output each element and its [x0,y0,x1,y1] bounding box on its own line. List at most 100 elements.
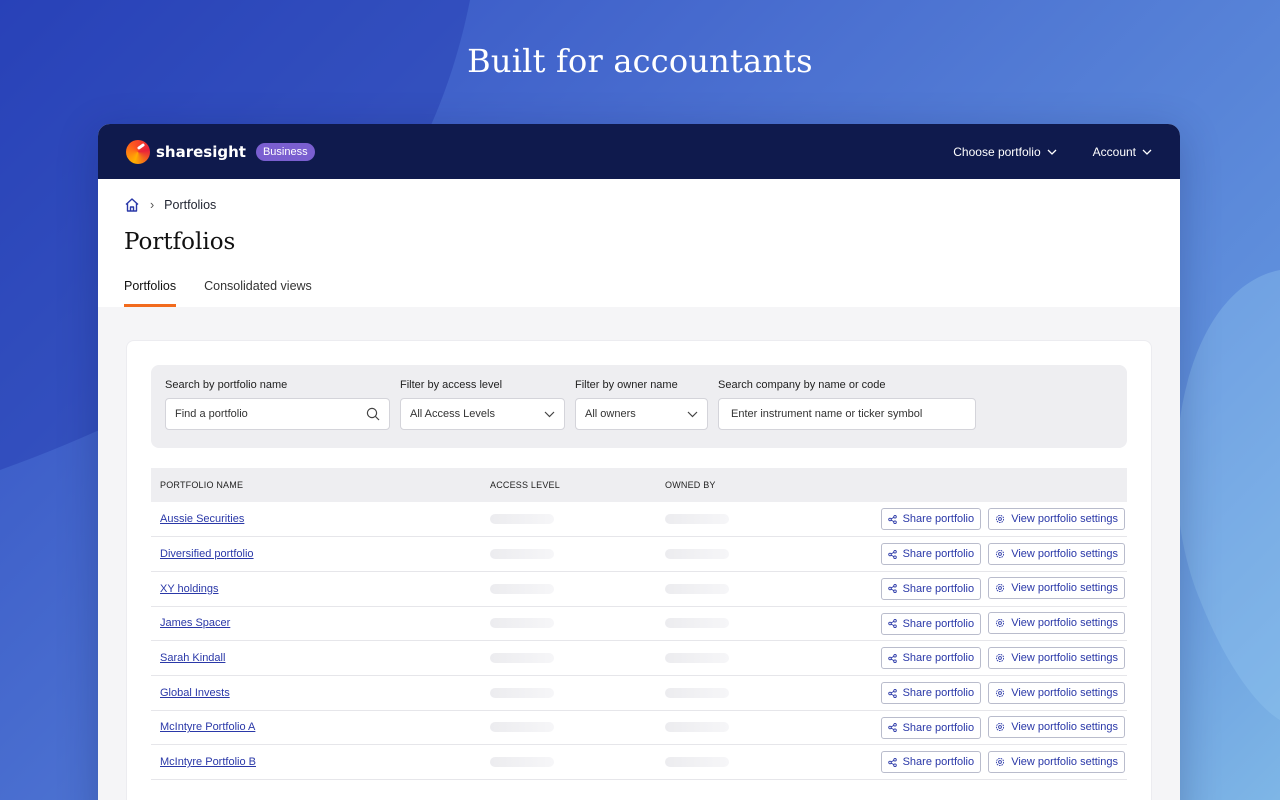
gear-icon [996,688,1005,697]
home-icon[interactable] [124,197,140,213]
share-portfolio-label: Share portfolio [902,617,975,630]
share-portfolio-button[interactable]: Share portfolio [880,577,982,600]
view-settings-label: View portfolio settings [1011,755,1118,768]
share-portfolio-button[interactable]: Share portfolio [880,543,982,566]
share-icon [887,549,897,559]
access-level-placeholder [490,583,554,594]
share-portfolio-button[interactable]: Share portfolio [880,716,982,739]
chevron-down-icon [687,411,698,417]
table-row: Aussie Securities Share portfolio View p… [151,502,1127,538]
share-portfolio-label: Share portfolio [902,582,975,595]
table-row: McIntyre Portfolio A Share portfolio Vie… [151,710,1127,746]
portfolio-name-link[interactable]: McIntyre Portfolio A [160,721,255,733]
filter-label: Search company by name or code [718,379,886,391]
tab-bar: Portfolios Consolidated views [124,279,1154,307]
brand-logo[interactable]: sharesight [126,139,246,164]
share-portfolio-label: Share portfolio [902,652,975,665]
share-portfolio-button[interactable]: Share portfolio [880,508,982,531]
share-portfolio-label: Share portfolio [902,687,975,700]
access-level-placeholder [490,687,554,698]
gear-icon [996,549,1005,558]
tab-portfolios[interactable]: Portfolios [124,279,177,307]
share-portfolio-button[interactable]: Share portfolio [880,682,982,705]
tab-consolidated-views[interactable]: Consolidated views [204,279,312,307]
view-settings-label: View portfolio settings [1011,582,1118,595]
share-icon [887,757,897,767]
gear-icon [996,514,1005,523]
view-settings-button[interactable]: View portfolio settings [988,750,1125,773]
breadcrumb-current: Portfolios [164,198,217,212]
portfolio-name-link[interactable]: Diversified portfolio [160,548,254,560]
table-row: James Spacer Share portfolio View portfo… [151,606,1127,642]
owner-placeholder [665,653,729,664]
portfolio-name-link[interactable]: Sarah Kindall [160,652,225,664]
share-icon [887,653,897,663]
portfolio-name-link[interactable]: James Spacer [160,617,230,629]
view-settings-button[interactable]: View portfolio settings [988,681,1125,704]
portfolio-name-link[interactable]: XY holdings [160,583,219,595]
page-title: Portfolios [124,229,236,255]
view-settings-button[interactable]: View portfolio settings [988,507,1125,530]
owner-value: All owners [585,408,636,420]
gear-icon [996,757,1005,766]
view-settings-button[interactable]: View portfolio settings [988,646,1125,669]
nav-right: Choose portfolio Account [917,145,1152,159]
company-search-input[interactable]: Enter instrument name or ticker symbol [718,398,976,430]
view-settings-label: View portfolio settings [1011,512,1118,525]
filter-bar: Search by portfolio name Find a portfoli… [151,365,1127,448]
view-settings-button[interactable]: View portfolio settings [988,716,1125,739]
header-actions [776,468,1127,502]
portfolio-name-link[interactable]: Global Invests [160,687,230,699]
header-owned-by: OWNED BY [665,480,716,490]
share-portfolio-button[interactable]: Share portfolio [880,612,982,635]
owner-placeholder [665,583,729,594]
table-row: Diversified portfolio Share portfolio Vi… [151,536,1127,572]
gear-icon [996,653,1005,662]
search-placeholder: Find a portfolio [175,408,248,420]
choose-portfolio-label: Choose portfolio [953,144,1041,159]
share-portfolio-button[interactable]: Share portfolio [880,751,982,774]
table-row: XY holdings Share portfolio View portfol… [151,571,1127,607]
share-portfolio-button[interactable]: Share portfolio [880,647,982,670]
company-placeholder: Enter instrument name or ticker symbol [731,408,923,420]
chevron-down-icon [544,411,555,417]
gear-icon [996,619,1005,628]
header-access-level: ACCESS LEVEL [490,480,560,490]
portfolio-name-link[interactable]: McIntyre Portfolio B [160,756,256,768]
table-body: Aussie Securities Share portfolio View p… [151,502,1127,780]
share-portfolio-label: Share portfolio [902,513,975,526]
view-settings-button[interactable]: View portfolio settings [988,577,1125,600]
page-header: › Portfolios Portfolios Portfolios Conso… [98,179,1180,307]
owner-placeholder [665,618,729,629]
view-settings-button[interactable]: View portfolio settings [988,612,1125,635]
filter-search-name: Search by portfolio name Find a portfoli… [165,379,390,430]
search-icon [366,407,380,421]
view-settings-label: View portfolio settings [1011,617,1118,630]
table-row: Sarah Kindall Share portfolio View portf… [151,640,1127,676]
filter-label: Filter by access level [400,379,503,391]
hero-title: Built for accountants [467,42,813,80]
access-level-placeholder [490,653,554,664]
account-menu[interactable]: Account [1093,145,1152,159]
owner-placeholder [665,757,729,768]
owner-select[interactable]: All owners [575,398,708,430]
top-navigation: sharesight Business Choose portfolio Acc… [98,124,1180,179]
app-window: sharesight Business Choose portfolio Acc… [98,124,1180,800]
access-level-placeholder [490,514,554,525]
owner-placeholder [665,687,729,698]
portfolio-name-link[interactable]: Aussie Securities [160,513,244,525]
owner-placeholder [665,549,729,560]
portfolio-search-input[interactable]: Find a portfolio [165,398,390,430]
access-level-placeholder [490,757,554,768]
choose-portfolio-menu[interactable]: Choose portfolio [953,144,1057,159]
gear-icon [996,723,1005,732]
breadcrumb: › Portfolios [124,197,1154,213]
table-header-row: PORTFOLIO NAME ACCESS LEVEL OWNED BY [151,468,1127,502]
portfolios-table: PORTFOLIO NAME ACCESS LEVEL OWNED BY Aus… [151,468,1127,780]
access-level-placeholder [490,549,554,560]
view-settings-label: View portfolio settings [1011,721,1118,734]
view-settings-button[interactable]: View portfolio settings [988,542,1125,565]
share-icon [887,723,897,733]
filter-owner: Filter by owner name All owners [575,379,708,430]
access-level-select[interactable]: All Access Levels [400,398,565,430]
